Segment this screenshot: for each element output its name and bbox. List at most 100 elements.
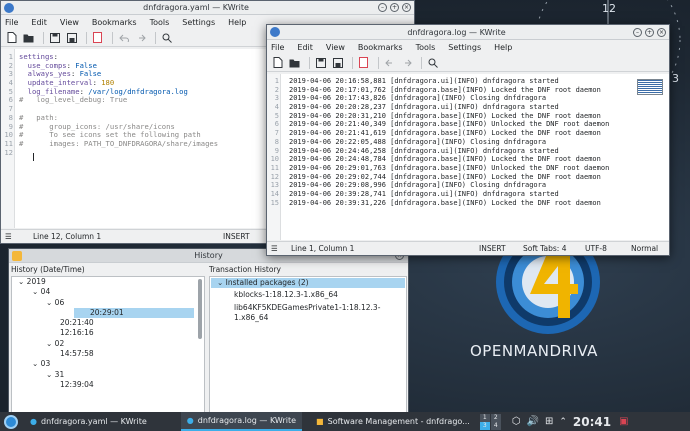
history-tree-item[interactable]: ⌄ 03 [12,359,204,369]
close-icon[interactable]: × [402,3,411,12]
menu-tools[interactable]: Tools [416,43,436,52]
pager-desktop-2[interactable]: 2 [490,413,501,422]
history-tree-item[interactable]: 14:57:58 [12,349,204,359]
log-line: 4 2019-04-06 20:20:28,237 [dnfdragora.ui]… [267,103,647,112]
task-software-management[interactable]: ■ Software Management - dnfdrago... [310,412,476,431]
log-text: 2019-04-06 20:21:40,349 [dnfdragora.base… [289,120,610,129]
log-text: 2019-04-06 20:39:28,741 [dnfdragora.ui](… [289,189,559,198]
volume-icon[interactable]: 🔊 [527,416,539,427]
history-tree-item[interactable]: ⌄ 06 [12,298,204,308]
yaml-titlebar[interactable]: dnfdragora.yaml — KWrite – + × [1,1,414,15]
log-syntax-mode[interactable]: Normal [631,244,658,253]
minimize-icon[interactable]: – [378,3,387,12]
expand-arrow-icon[interactable]: ⌄ [32,287,41,296]
undo-icon[interactable] [117,31,130,44]
expand-arrow-icon[interactable]: ⌄ [18,277,27,286]
line-number: 10 [270,155,279,164]
undo-icon[interactable] [383,56,396,69]
log-titlebar[interactable]: dnfdragora.log — KWrite – + × [267,25,669,40]
history-tree-item[interactable]: ⌄ 2019 [12,277,204,287]
log-input-mode[interactable]: INSERT [479,244,506,253]
history-tree[interactable]: ⌄ 2019 ⌄ 04 ⌄ 06 20:29:01 20:21:40 12:16:16 ⌄ … [11,276,205,413]
network-icon[interactable]: ⊞ [545,416,553,427]
history-tree-item[interactable]: ⌄ 02 [12,339,204,349]
yaml-input-mode[interactable]: INSERT [223,232,250,241]
menu-settings[interactable]: Settings [182,18,215,27]
menu-file[interactable]: File [271,43,284,52]
menu-edit[interactable]: Edit [31,18,47,27]
package-row[interactable]: kblocks-1:18.12.3-1.x86_64 [210,290,406,300]
log-kwrite-window[interactable]: dnfdragora.log — KWrite – + × File Edit … [266,24,670,256]
minimize-icon[interactable]: – [633,27,642,37]
log-indentation-setting[interactable]: Soft Tabs: 4 [523,244,566,253]
history-window[interactable]: History × History (Date/Time) Transactio… [8,248,409,414]
task-yaml-kwrite[interactable]: ● dnfdragora.yaml — KWrite [24,412,153,431]
pager-desktop-1[interactable]: 1 [479,413,490,422]
menu-edit[interactable]: Edit [297,43,313,52]
trash-icon[interactable]: ▣ [619,416,628,427]
yaml-cursor-position[interactable]: Line 12, Column 1 [33,232,101,241]
application-launcher-icon[interactable] [4,414,18,429]
menu-view[interactable]: View [60,18,79,27]
history-scrollbar[interactable] [198,279,202,339]
installed-packages-row[interactable]: ⌄ Installed packages (2) [211,278,405,289]
maximize-icon[interactable]: + [645,27,654,37]
redo-icon[interactable] [134,31,147,44]
close-icon[interactable]: × [657,27,666,37]
menu-settings[interactable]: Settings [448,43,481,52]
redo-icon[interactable] [400,56,413,69]
pager-desktop-4[interactable]: 4 [490,421,501,430]
menu-bookmarks[interactable]: Bookmarks [92,18,137,27]
history-tree-item[interactable]: 20:21:40 [12,318,204,328]
save-icon[interactable] [314,56,327,69]
expand-arrow-icon[interactable]: ⌄ [46,339,55,348]
maximize-icon[interactable]: + [390,3,399,12]
virtual-desktop-pager[interactable]: 1 2 3 4 [479,413,502,430]
menu-bookmarks[interactable]: Bookmarks [358,43,403,52]
history-tree-item[interactable]: ⌄ 04 [12,287,204,297]
menu-tools[interactable]: Tools [150,18,170,27]
open-folder-icon[interactable] [288,56,301,69]
log-text: 2019-04-06 20:20:28,237 [dnfdragora.ui](… [289,103,559,112]
log-line: 14 2019-04-06 20:39:28,741 [dnfdragora.ui… [267,190,647,199]
history-tree-item[interactable]: 12:39:04 [12,380,204,390]
history-tree-item[interactable]: 20:29:01 [74,307,194,319]
save-as-icon[interactable] [331,56,344,69]
save-as-icon[interactable] [65,31,78,44]
expand-arrow-icon[interactable]: ⌄ [32,359,41,368]
log-text: 2019-04-06 20:20:31,210 [dnfdragora.base… [289,111,601,120]
statusbar-grip-icon[interactable]: ☰ [5,232,17,241]
log-cursor-position[interactable]: Line 1, Column 1 [291,244,354,253]
pager-desktop-3[interactable]: 3 [479,421,490,430]
menu-help[interactable]: Help [228,18,246,27]
history-tree-item[interactable]: ⌄ 31 [12,370,204,380]
transaction-panel[interactable]: ⌄ Installed packages (2) kblocks-1:18.12… [209,276,407,413]
task-log-kwrite[interactable]: ● dnfdragora.log — KWrite [180,412,303,431]
open-folder-icon[interactable] [22,31,35,44]
menu-file[interactable]: File [5,18,18,27]
menu-view[interactable]: View [326,43,345,52]
digital-clock[interactable]: 20:41 [573,415,611,429]
search-icon[interactable] [160,31,173,44]
close-document-icon[interactable] [357,56,370,69]
log-encoding[interactable]: UTF-8 [585,244,607,253]
expand-tray-icon[interactable]: ⌃ [559,417,567,427]
line-number: 6 [274,120,279,129]
log-editor-area[interactable]: 1 2019-04-06 20:16:58,881 [dnfdragora.ui]… [267,74,669,240]
minimap-scrollbar[interactable] [637,79,663,95]
save-icon[interactable] [48,31,61,44]
new-document-icon[interactable] [5,31,18,44]
expand-arrow-icon[interactable]: ⌄ [46,370,55,379]
package-row[interactable]: lib64KF5KDEGamesPrivate1-1:18.12.3-1.x86… [210,303,406,322]
menu-help[interactable]: Help [494,43,512,52]
expand-arrow-icon[interactable]: ⌄ [46,298,55,307]
search-icon[interactable] [426,56,439,69]
log-text: 2019-04-06 20:29:01,763 [dnfdragora.base… [289,163,610,172]
close-document-icon[interactable] [91,31,104,44]
statusbar-grip-icon[interactable]: ☰ [271,244,283,253]
new-document-icon[interactable] [271,56,284,69]
log-line: 12 2019-04-06 20:29:02,744 [dnfdragora.ba… [267,173,647,182]
package-updates-icon[interactable]: ⬡ [512,416,521,427]
line-number: 9 [274,146,279,155]
history-tree-item[interactable]: 12:16:16 [12,328,204,338]
